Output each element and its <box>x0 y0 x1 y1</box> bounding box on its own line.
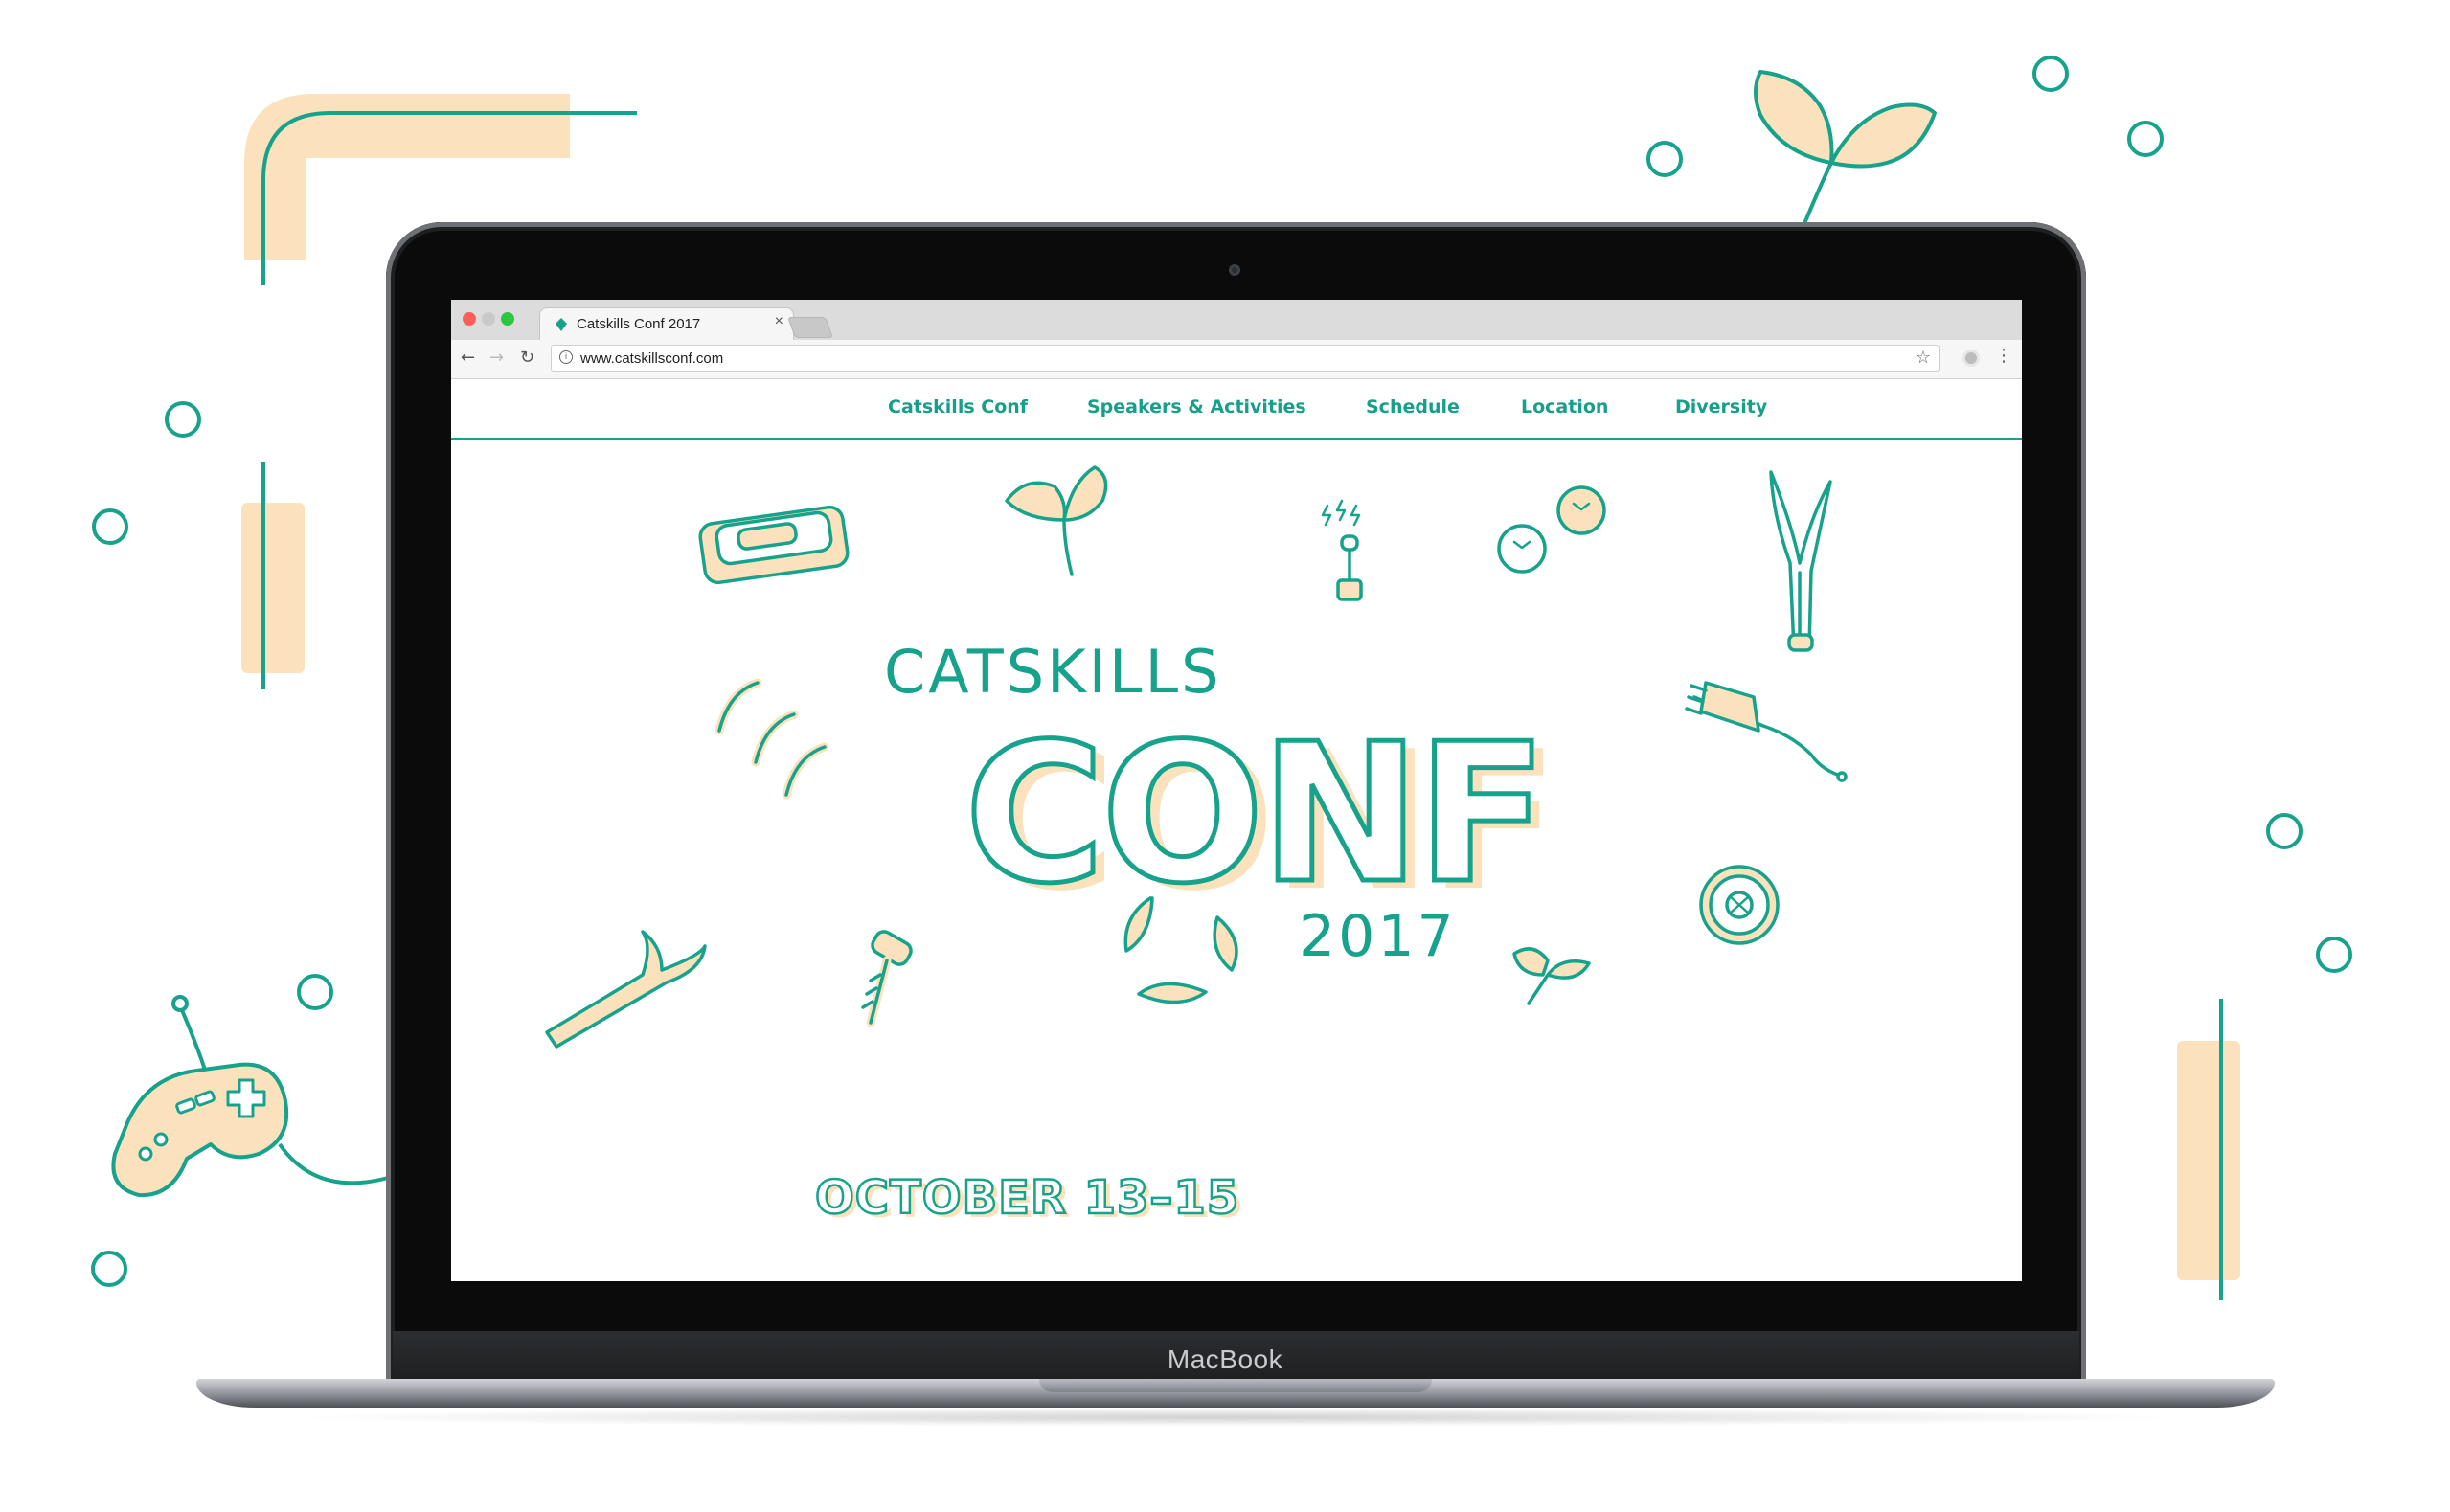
window-maximize-button[interactable] <box>501 312 514 326</box>
game-controller-icon <box>111 995 389 1198</box>
tab-title: Catskills Conf 2017 <box>577 316 701 332</box>
back-icon[interactable]: ← <box>461 348 475 368</box>
twig-icon <box>545 930 707 1049</box>
harmonica-icon <box>698 505 850 585</box>
browser-screen: Catskills Conf 2017 × ← → ↻ i www.catski… <box>451 300 2022 1281</box>
browser-menu-icon[interactable]: ⋮ <box>1995 346 2012 366</box>
leek-icon <box>1769 470 1832 652</box>
hero-catskills: CATSKILLS <box>884 637 1222 707</box>
laptop-notch <box>1039 1379 1432 1392</box>
info-icon[interactable]: i <box>559 350 573 364</box>
caterpillars-icon <box>715 678 829 800</box>
address-bar[interactable]: i www.catskillsconf.com ☆ <box>551 345 1940 372</box>
nav-location[interactable]: Location <box>1521 396 1608 417</box>
laptop-shadow <box>278 1408 2193 1427</box>
favicon-icon <box>556 318 567 331</box>
bookmark-star-icon[interactable]: ☆ <box>1916 348 1931 368</box>
browser-toolbar: ← → ↻ i www.catskillsconf.com ☆ ⋮ <box>451 340 2022 379</box>
forward-icon[interactable]: → <box>489 348 504 368</box>
camera-icon <box>1229 264 1240 276</box>
tab-close-icon[interactable]: × <box>775 313 783 330</box>
small-sprout-icon <box>1512 947 1591 1005</box>
sprout-icon <box>1005 465 1108 576</box>
macbook-label: MacBook <box>1167 1344 1283 1374</box>
nav-speakers-activities[interactable]: Speakers & Activities <box>1087 396 1306 417</box>
screw-icon <box>861 930 913 1027</box>
hero-conf-text: CONF <box>963 703 1551 926</box>
nav-catskills-conf[interactable]: Catskills Conf <box>888 396 1028 417</box>
tab-bar: Catskills Conf 2017 × <box>451 300 2022 340</box>
hero-conf: CONF CONF <box>963 703 1559 926</box>
hero-year: 2017 <box>1299 903 1457 970</box>
extension-icon[interactable] <box>1962 350 1980 367</box>
nav-schedule[interactable]: Schedule <box>1366 396 1460 417</box>
url-text[interactable]: www.catskillsconf.com <box>580 350 723 367</box>
right-bar-decor <box>2177 999 2240 1300</box>
site-navigation: Catskills Conf Speakers & Activities Sch… <box>451 378 2022 440</box>
hero-dates-text: OCTOBER 13–15 <box>814 1170 1240 1227</box>
nav-diversity[interactable]: Diversity <box>1675 396 1767 417</box>
plug-icon <box>1685 681 1848 782</box>
sprout-icon <box>1754 70 1937 227</box>
camera-lens-icon <box>1699 865 1780 945</box>
window-close-button[interactable] <box>463 312 476 326</box>
blueberries-icon <box>1497 485 1606 574</box>
window-minimize-button[interactable] <box>482 312 495 326</box>
reload-icon[interactable]: ↻ <box>520 348 534 368</box>
left-bar-decor <box>241 462 305 689</box>
hero-dates: OCTOBER 13–15 OCTOBER 13–15 <box>814 1170 1243 1229</box>
lever-switch-icon <box>1321 499 1363 601</box>
new-tab-button[interactable] <box>786 317 834 338</box>
tab-catskills-conf[interactable]: Catskills Conf 2017 × <box>539 307 794 340</box>
